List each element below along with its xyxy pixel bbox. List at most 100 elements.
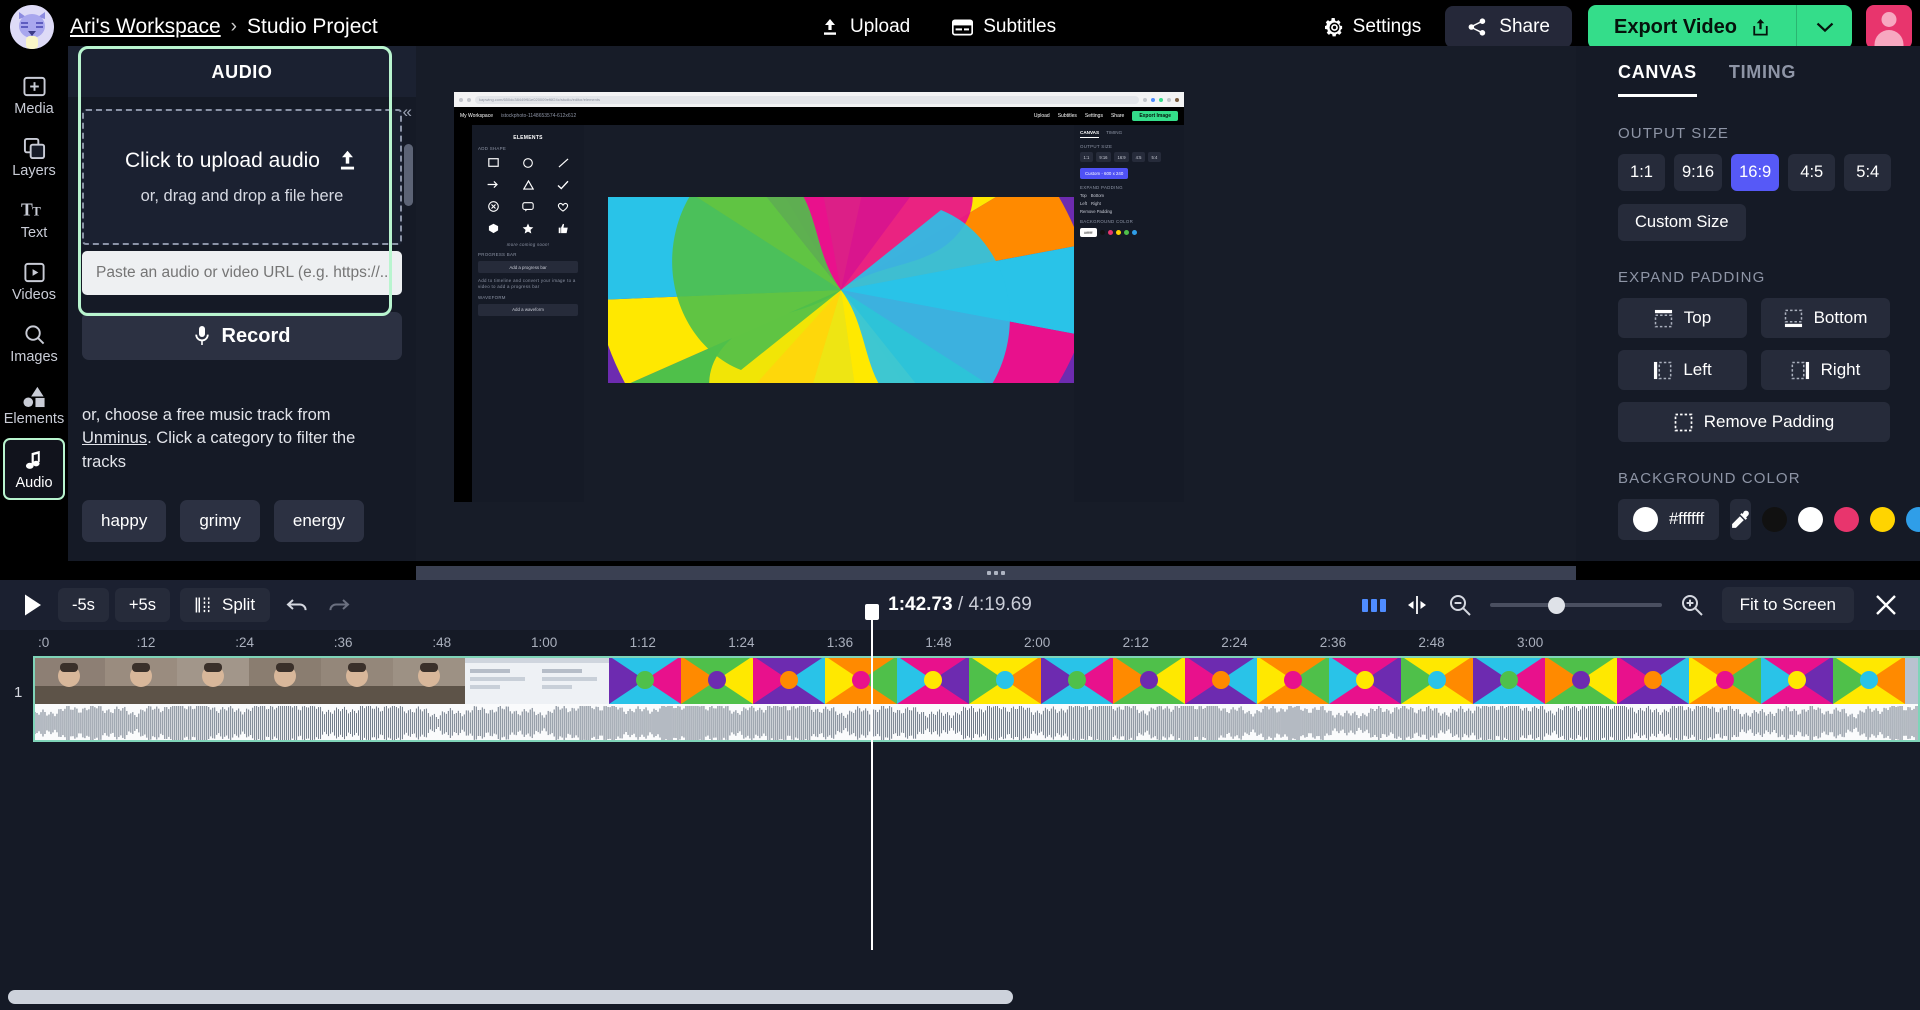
preview-ratio-5-4: 5:4 [1148,152,1161,162]
audio-url-input[interactable] [82,251,402,295]
rewind-5s-button[interactable]: -5s [58,588,109,622]
sidebar-item-videos[interactable]: Videos [3,252,65,310]
timeline-resize-handle[interactable] [416,566,1576,580]
upload-primary-label: Click to upload audio [125,149,320,173]
swatch-white[interactable] [1798,507,1823,532]
ratio-4-5[interactable]: 4:5 [1788,154,1835,191]
workspace-avatar[interactable] [10,5,54,49]
sidebar-item-text[interactable]: TT Text [3,190,65,248]
browser-dot [459,98,463,102]
undo-button[interactable] [286,595,310,615]
preview-app-toolbar: My Workspace istockphoto-1148653574-612x… [454,107,1184,125]
zoom-out-button[interactable] [1448,593,1472,617]
split-button[interactable]: Split [180,588,270,622]
sidebar-item-elements[interactable]: Elements [3,376,65,434]
close-timeline-button[interactable] [1872,591,1906,619]
preview-pad-row-3: Remove Padding [1080,209,1178,214]
forward-5s-button[interactable]: +5s [115,588,170,622]
fit-to-screen-button[interactable]: Fit to Screen [1722,587,1854,623]
preview-background-color-label: BACKGROUND COLOR [1080,219,1178,224]
chip-grimy[interactable]: grimy [180,500,260,542]
sidebar-item-images[interactable]: Images [3,314,65,372]
export-options-dropdown[interactable] [1796,5,1852,49]
ruler-tick: :36 [334,635,353,650]
redo-button[interactable] [326,595,350,615]
current-time: 1:42.73 [888,594,952,615]
audio-upload-dropzone[interactable]: Click to upload audio or, drag and drop … [82,109,402,245]
preview-canvas-panel: CANVAS TIMING OUTPUT SIZE 1:1 9:16 16:9 … [1074,125,1184,502]
text-icon: TT [21,198,47,222]
padding-right-button[interactable]: Right [1761,350,1890,390]
video-preview[interactable]: kapwing.com/650dc38449f61e020009ef6f24c/… [454,92,1184,502]
clip-thumbnail [897,656,969,704]
preview-stage: kapwing.com/650dc38449f61e020009ef6f24c/… [416,46,1576,561]
tab-timing[interactable]: TIMING [1729,62,1796,97]
current-color-swatch [1633,507,1658,532]
swatch-black[interactable] [1762,507,1787,532]
padding-top-button[interactable]: Top [1618,298,1747,338]
user-avatar[interactable] [1866,5,1912,49]
breadcrumb-workspace-link[interactable]: Ari's Workspace [70,15,221,39]
padding-bottom-label: Bottom [1814,308,1868,328]
upload-button[interactable]: Upload [820,16,910,38]
subtitles-button[interactable]: Subtitles [952,16,1056,38]
svg-text:T: T [32,204,41,219]
unminus-link[interactable]: Unminus [82,429,147,447]
ratio-16-9[interactable]: 16:9 [1731,154,1779,191]
fit-clip-button[interactable] [1404,593,1430,617]
zoom-in-button[interactable] [1680,593,1704,617]
custom-size-button[interactable]: Custom Size [1618,204,1746,241]
sidebar-item-audio[interactable]: Audio [3,438,65,500]
heart-shape-icon [548,198,578,215]
settings-button[interactable]: Settings [1325,16,1422,38]
share-label: Share [1499,16,1550,38]
split-bar [1380,599,1386,612]
record-button[interactable]: Record [82,312,402,360]
preview-export-button: Export Image [1132,111,1178,121]
preview-custom-size: Custom - 600 x 240 [1080,168,1128,179]
ratio-9-16[interactable]: 9:16 [1674,154,1722,191]
ruler-tick: 2:24 [1221,635,1247,650]
ratio-5-4[interactable]: 5:4 [1844,154,1891,191]
ratio-1-1[interactable]: 1:1 [1618,154,1665,191]
output-size-label: OUTPUT SIZE [1618,125,1900,142]
preview-progress-bar-label: PROGRESS BAR [478,252,578,257]
background-hex-field[interactable]: #ffffff [1618,499,1719,540]
preview-pad-right: Right [1091,201,1101,206]
export-video-button[interactable]: Export Video [1588,5,1796,49]
clip-thumbnail [177,656,249,704]
tab-canvas[interactable]: CANVAS [1618,62,1697,97]
swatch-yellow[interactable] [1870,507,1895,532]
waveform-svg [33,704,1920,742]
subtitles-icon [952,19,973,36]
collapse-panel-button[interactable]: « [403,102,412,122]
share-button[interactable]: Share [1445,6,1572,48]
play-button[interactable] [14,586,52,624]
chip-energy[interactable]: energy [274,500,364,542]
panel-scrollbar[interactable] [404,144,413,206]
timeline-ruler[interactable]: :0:12:24:36:481:001:121:241:361:482:002:… [0,630,1920,656]
padding-bottom-button[interactable]: Bottom [1761,298,1890,338]
swatch-blue[interactable] [1906,507,1920,532]
sidebar-item-media[interactable]: Media [3,66,65,124]
remove-padding-button[interactable]: Remove Padding [1618,402,1890,442]
chip-happy[interactable]: happy [82,500,166,542]
split-indicator[interactable] [1362,599,1386,612]
swatch-pink[interactable] [1834,507,1859,532]
eyedropper-button[interactable] [1730,499,1751,540]
zoom-slider[interactable] [1490,603,1662,607]
preview-ratio-1-1: 1:1 [1080,152,1093,162]
microphone-icon [194,325,210,347]
playhead[interactable] [871,604,873,950]
preview-breadcrumb-project: istockphoto-1148653574-612x612 [501,113,576,119]
zoom-slider-knob[interactable] [1548,597,1565,614]
upload-label: Upload [850,16,910,38]
track-row[interactable] [33,656,1920,742]
padding-left-button[interactable]: Left [1618,350,1747,390]
redo-icon [326,595,350,615]
triangle-shape-icon [513,176,543,193]
preview-subtitles-label: Subtitles [1058,113,1077,119]
timeline-horizontal-scrollbar[interactable] [8,990,1013,1004]
sidebar-item-layers[interactable]: Layers [3,128,65,186]
clip-thumbnail [609,656,681,704]
